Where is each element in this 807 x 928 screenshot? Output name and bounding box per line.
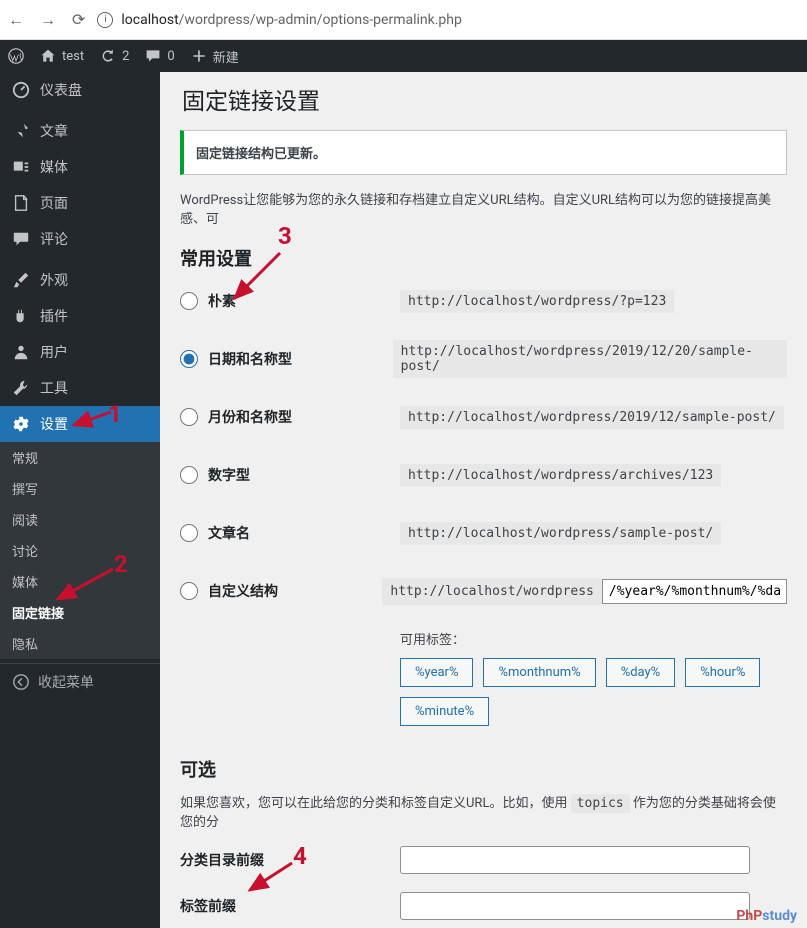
browser-toolbar: ← → ⟳ i localhost/wordpress/wp-admin/opt… xyxy=(0,0,807,40)
radio-custom[interactable] xyxy=(180,582,198,600)
option-custom: 自定义结构 http://localhost/wordpress xyxy=(180,571,787,611)
back-button[interactable]: ← xyxy=(8,10,24,30)
sub-item-discussion[interactable]: 讨论 xyxy=(0,535,160,566)
sidebar-item-appearance[interactable]: 外观 xyxy=(0,262,160,298)
comments-link[interactable]: 0 xyxy=(145,48,174,64)
arrow-3 xyxy=(225,248,285,308)
tag-minute[interactable]: %minute% xyxy=(400,697,489,726)
example-plain: http://localhost/wordpress/?p=123 xyxy=(400,290,674,313)
custom-base: http://localhost/wordpress xyxy=(382,578,602,605)
page-icon xyxy=(12,194,30,212)
home-icon xyxy=(40,48,56,64)
comment-icon xyxy=(145,48,161,64)
sub-item-writing[interactable]: 撰写 xyxy=(0,473,160,504)
tag-day[interactable]: %day% xyxy=(606,658,676,687)
new-link[interactable]: 新建 xyxy=(191,47,239,66)
example-numeric: http://localhost/wordpress/archives/123 xyxy=(400,464,721,487)
example-day-name: http://localhost/wordpress/2019/12/20/sa… xyxy=(393,340,787,378)
sidebar-item-posts[interactable]: 文章 xyxy=(0,113,160,149)
example-post-name: http://localhost/wordpress/sample-post/ xyxy=(400,522,721,545)
sidebar-item-media[interactable]: 媒体 xyxy=(0,149,160,185)
wordpress-icon xyxy=(8,48,24,64)
sidebar-item-dashboard[interactable]: 仪表盘 xyxy=(0,72,160,108)
wp-admin-bar: test 2 0 新建 xyxy=(0,40,807,72)
comments-icon xyxy=(12,230,30,248)
tag-base-input[interactable] xyxy=(400,892,750,920)
radio-month-name[interactable] xyxy=(180,408,198,426)
phpstudy-logo: PhPstudy xyxy=(736,908,797,924)
site-link[interactable]: test xyxy=(40,48,84,64)
page-title: 固定链接设置 xyxy=(182,82,787,116)
sub-item-privacy[interactable]: 隐私 xyxy=(0,628,160,659)
arrow-4 xyxy=(242,858,298,898)
option-month-name: 月份和名称型 http://localhost/wordpress/2019/1… xyxy=(180,397,787,437)
optional-heading: 可选 xyxy=(180,756,787,782)
wp-logo[interactable] xyxy=(8,48,24,64)
sidebar-item-tools[interactable]: 工具 xyxy=(0,370,160,406)
radio-numeric[interactable] xyxy=(180,466,198,484)
option-numeric: 数字型 http://localhost/wordpress/archives/… xyxy=(180,455,787,495)
wrench-icon xyxy=(12,379,30,397)
tag-monthnum[interactable]: %monthnum% xyxy=(483,658,595,687)
optional-description: 如果您喜欢，您可以在此给您的分类和标签自定义URL。比如，使用 topics 作… xyxy=(180,792,787,830)
url-bar[interactable]: i localhost/wordpress/wp-admin/options-p… xyxy=(97,12,799,28)
info-icon[interactable]: i xyxy=(97,12,113,28)
arrow-1 xyxy=(66,407,116,437)
radio-day-name[interactable] xyxy=(180,350,198,368)
plugin-icon xyxy=(12,307,30,325)
updates-link[interactable]: 2 xyxy=(100,48,129,64)
reload-button[interactable]: ⟳ xyxy=(72,10,85,30)
plus-icon xyxy=(191,48,207,64)
sidebar-item-comments[interactable]: 评论 xyxy=(0,221,160,257)
user-icon xyxy=(12,343,30,361)
media-icon xyxy=(12,158,30,176)
admin-sidebar: 仪表盘 文章 媒体 页面 评论 外观 插件 用户 工具 设置 常规 撰写 阅读 … xyxy=(0,72,160,928)
tag-hour[interactable]: %hour% xyxy=(685,658,760,687)
sidebar-item-users[interactable]: 用户 xyxy=(0,334,160,370)
arrow-2 xyxy=(48,564,118,609)
pin-icon xyxy=(12,122,30,140)
option-post-name: 文章名 http://localhost/wordpress/sample-po… xyxy=(180,513,787,553)
collapse-icon xyxy=(12,673,30,691)
update-icon xyxy=(100,48,116,64)
sub-item-reading[interactable]: 阅读 xyxy=(0,504,160,535)
tag-year[interactable]: %year% xyxy=(400,658,473,687)
settings-icon xyxy=(12,415,30,433)
success-notice: 固定链接结构已更新。 xyxy=(180,130,787,175)
main-content: 固定链接设置 固定链接结构已更新。 WordPress让您能够为您的永久链接和存… xyxy=(160,72,807,928)
collapse-menu[interactable]: 收起菜单 xyxy=(0,663,160,700)
example-month-name: http://localhost/wordpress/2019/12/sampl… xyxy=(400,406,784,429)
tag-base-label: 标签前缀 xyxy=(180,896,400,916)
category-base-input[interactable] xyxy=(400,846,750,874)
tags-label: 可用标签： xyxy=(400,629,787,648)
dashboard-icon xyxy=(12,81,30,99)
radio-post-name[interactable] xyxy=(180,524,198,542)
radio-plain[interactable] xyxy=(180,292,198,310)
custom-structure-input[interactable] xyxy=(602,579,787,604)
brush-icon xyxy=(12,271,30,289)
available-tags: %year% %monthnum% %day% %hour% %minute% xyxy=(400,658,787,726)
intro-text: WordPress让您能够为您的永久链接和存档建立自定义URL结构。自定义URL… xyxy=(180,189,787,227)
sub-item-general[interactable]: 常规 xyxy=(0,442,160,473)
forward-button[interactable]: → xyxy=(40,10,56,30)
sidebar-item-plugins[interactable]: 插件 xyxy=(0,298,160,334)
settings-submenu: 常规 撰写 阅读 讨论 媒体 固定链接 隐私 xyxy=(0,442,160,659)
option-day-name: 日期和名称型 http://localhost/wordpress/2019/1… xyxy=(180,339,787,379)
sidebar-item-pages[interactable]: 页面 xyxy=(0,185,160,221)
